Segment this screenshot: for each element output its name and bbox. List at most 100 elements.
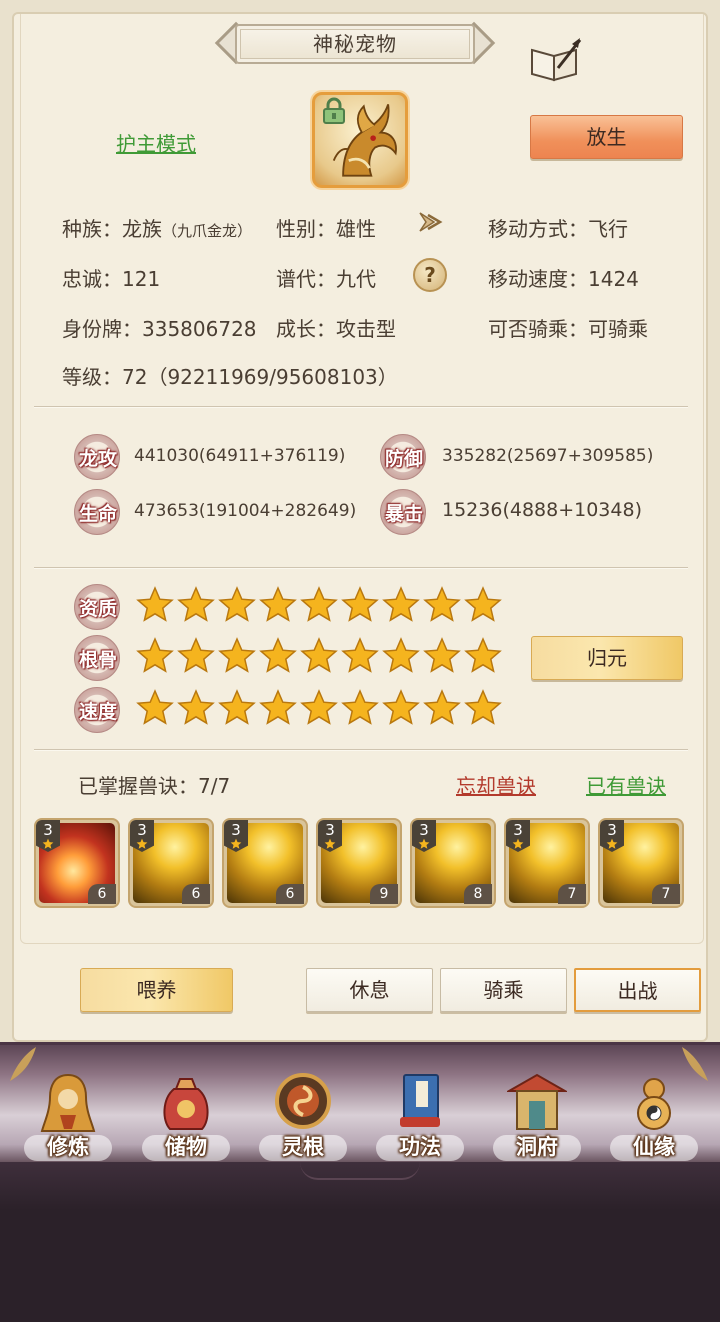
- star-icon: [423, 689, 461, 725]
- pet-avatar[interactable]: [312, 92, 408, 188]
- lock-icon: [323, 97, 345, 124]
- bottom-background: [0, 1162, 720, 1322]
- forget-skill-link[interactable]: 忘却兽诀: [456, 770, 536, 799]
- star-icon: [136, 586, 174, 622]
- aptitude-label: 根骨: [78, 649, 117, 671]
- stat-value-hp: 473653(191004+282649): [134, 501, 357, 521]
- skill-count: 6: [276, 884, 304, 904]
- loyalty-info: 忠诚：121: [62, 267, 161, 291]
- title-banner: 神秘宠物: [205, 20, 505, 70]
- stat-badge-crit: 暴击: [380, 489, 426, 535]
- stat-value-crit: 15236(4888+10348): [442, 499, 642, 521]
- nav-label: 洞府: [516, 1135, 558, 1159]
- skill-card[interactable]: 38: [410, 818, 496, 908]
- skill-card[interactable]: 39: [316, 818, 402, 908]
- aptitude-badge-bone: 根骨: [74, 635, 120, 681]
- skill-count: 7: [652, 884, 680, 904]
- divider: [34, 749, 688, 751]
- arrow-right-icon: [419, 212, 443, 232]
- growth-info: 成长：攻击型: [276, 317, 396, 341]
- battle-button[interactable]: 出战: [574, 968, 701, 1012]
- nav-cultivate[interactable]: 修炼: [18, 1065, 118, 1161]
- move-speed-info: 移动速度：1424: [488, 267, 639, 291]
- switch-arrow-button[interactable]: [412, 205, 446, 239]
- cultivate-icon: [40, 1073, 96, 1132]
- star-icon: [259, 689, 297, 725]
- stat-badge-defense: 防御: [380, 434, 426, 480]
- scripture-book-icon: [400, 1074, 440, 1127]
- star-icon: [341, 689, 379, 725]
- aptitude-stars-bone: [136, 637, 502, 677]
- help-button[interactable]: ?: [413, 258, 447, 292]
- nav-immortal-fate[interactable]: 仙缘: [604, 1065, 704, 1161]
- skill-card[interactable]: 36: [222, 818, 308, 908]
- release-button[interactable]: 放生: [530, 115, 683, 159]
- book-icon[interactable]: [528, 38, 582, 82]
- stat-label: 防御: [384, 448, 423, 470]
- skill-card[interactable]: 37: [598, 818, 684, 908]
- restore-button[interactable]: 归元: [531, 636, 683, 680]
- skill-card[interactable]: 36: [128, 818, 214, 908]
- stat-value-defense: 335282(25697+309585): [442, 446, 654, 466]
- nav-label: 仙缘: [633, 1135, 675, 1159]
- star-icon: [177, 689, 215, 725]
- aptitude-label: 速度: [78, 701, 117, 723]
- nav-technique[interactable]: 功法: [370, 1065, 470, 1161]
- cave-mansion-icon: [507, 1073, 567, 1130]
- feed-button[interactable]: 喂养: [80, 968, 233, 1012]
- aptitude-stars-speed: [136, 689, 502, 729]
- page-title: 神秘宠物: [313, 32, 397, 56]
- owned-skills-link[interactable]: 已有兽诀: [586, 770, 666, 799]
- storage-bag-icon: [163, 1078, 209, 1130]
- question-mark-icon: ?: [424, 263, 436, 287]
- level-info: 等级：72（92211969/95608103）: [62, 365, 398, 389]
- skill-count: 6: [182, 884, 210, 904]
- star-icon: [300, 689, 338, 725]
- aptitude-stars-quality: [136, 586, 502, 626]
- skill-card[interactable]: 36: [34, 818, 120, 908]
- nav-label: 修炼: [47, 1135, 89, 1159]
- star-icon: [259, 637, 297, 673]
- skill-count: 8: [464, 884, 492, 904]
- stat-badge-attack: 龙攻: [74, 434, 120, 480]
- star-icon: [341, 637, 379, 673]
- divider: [34, 406, 688, 408]
- nav-storage[interactable]: 储物: [136, 1065, 236, 1161]
- star-icon: [423, 586, 461, 622]
- bottom-nav: 修炼 储物 灵根 功法 洞府 仙缘: [0, 1042, 720, 1162]
- star-icon: [300, 586, 338, 622]
- nav-label: 功法: [399, 1135, 441, 1159]
- ride-button[interactable]: 骑乘: [440, 968, 567, 1012]
- star-icon: [382, 586, 420, 622]
- star-icon: [218, 586, 256, 622]
- star-icon: [218, 689, 256, 725]
- aptitude-badge-quality: 资质: [74, 584, 120, 630]
- star-icon: [341, 586, 379, 622]
- skill-count: 7: [558, 884, 586, 904]
- nav-label: 储物: [165, 1135, 207, 1159]
- skill-count: 6: [88, 884, 116, 904]
- nav-label: 灵根: [282, 1135, 324, 1159]
- race-subtype: （九爪金龙）: [162, 222, 253, 240]
- star-icon: [512, 838, 524, 849]
- rest-button[interactable]: 休息: [306, 968, 433, 1012]
- rideable-info: 可否骑乘：可骑乘: [488, 317, 648, 341]
- race-label: 种族：: [62, 217, 122, 241]
- nav-spirit-root[interactable]: 灵根: [253, 1065, 353, 1161]
- stat-label: 暴击: [384, 503, 423, 525]
- star-icon: [324, 838, 336, 849]
- star-icon: [177, 586, 215, 622]
- guard-mode-link[interactable]: 护主模式: [116, 128, 196, 157]
- star-icon: [464, 586, 502, 622]
- skill-card[interactable]: 37: [504, 818, 590, 908]
- nav-cave-mansion[interactable]: 洞府: [487, 1065, 587, 1161]
- aptitude-badge-speed: 速度: [74, 687, 120, 733]
- star-icon: [177, 637, 215, 673]
- star-icon: [42, 838, 54, 849]
- star-icon: [382, 637, 420, 673]
- star-icon: [464, 689, 502, 725]
- star-icon: [136, 689, 174, 725]
- divider: [34, 567, 688, 569]
- gender-info: 性别：雄性: [276, 217, 376, 241]
- id-tag-info: 身份牌：335806728: [62, 317, 257, 341]
